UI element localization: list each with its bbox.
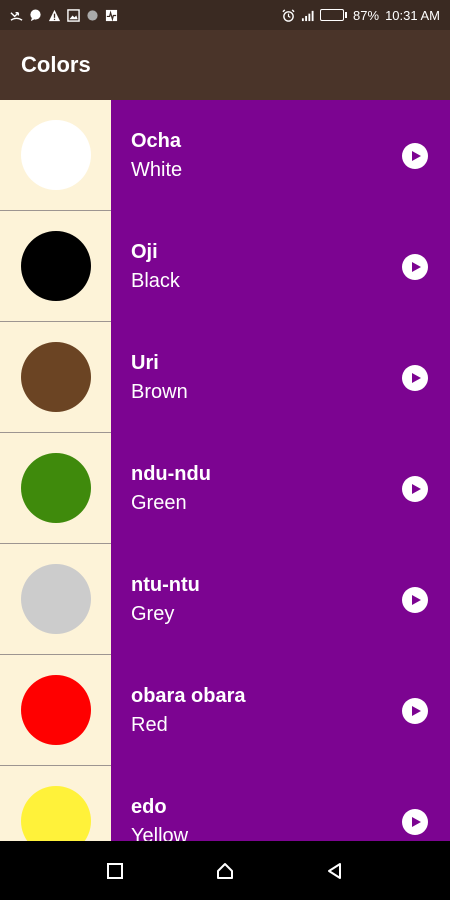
text-cell[interactable]: ndu-ndu Green	[111, 433, 450, 544]
swatch-cell	[0, 433, 111, 544]
play-icon	[412, 705, 421, 716]
color-list[interactable]: Ocha White Oji Black Uri Brown ndu-ndu G…	[0, 100, 450, 841]
battery-icon	[320, 9, 348, 21]
color-swatch	[20, 342, 91, 412]
swatch-cell	[0, 766, 111, 841]
list-item[interactable]: obara obara Red	[0, 655, 450, 766]
play-icon	[412, 150, 421, 161]
list-item[interactable]: Ocha White	[0, 100, 450, 211]
navigation-bar	[0, 841, 450, 900]
page-title: Colors	[21, 52, 91, 77]
triangle-back-icon	[328, 862, 341, 879]
system-icons: 87% 10:31 AM	[282, 8, 440, 23]
swatch-cell	[0, 655, 111, 766]
play-icon	[412, 372, 421, 383]
text-cell[interactable]: Ocha White	[111, 100, 450, 211]
play-icon	[412, 816, 421, 827]
color-swatch	[20, 786, 91, 841]
swatch-cell	[0, 100, 111, 211]
list-item[interactable]: ndu-ndu Green	[0, 433, 450, 544]
text-cell[interactable]: ntu-ntu Grey	[111, 544, 450, 655]
clock: 10:31 AM	[385, 7, 440, 23]
back-button[interactable]	[320, 856, 350, 886]
activity-icon	[105, 9, 118, 22]
signal-icon	[301, 9, 314, 22]
battery-percent: 87%	[353, 7, 380, 23]
text-cell[interactable]: obara obara Red	[111, 655, 450, 766]
color-swatch	[20, 675, 91, 745]
status-bar: 87% 10:31 AM	[0, 0, 450, 30]
list-item[interactable]: Oji Black	[0, 211, 450, 322]
list-item[interactable]: Uri Brown	[0, 322, 450, 433]
color-swatch	[20, 564, 91, 634]
alarm-icon	[282, 8, 295, 22]
text-cell[interactable]: Oji Black	[111, 211, 450, 322]
missed-call-icon	[10, 9, 23, 22]
play-button[interactable]	[402, 586, 428, 613]
play-button[interactable]	[402, 475, 428, 502]
color-swatch	[20, 231, 91, 301]
text-cell[interactable]: Uri Brown	[111, 322, 450, 433]
home-button[interactable]	[210, 856, 240, 886]
play-button[interactable]	[402, 808, 428, 835]
play-icon	[412, 594, 421, 605]
dot-icon	[86, 9, 99, 22]
home-icon	[217, 862, 233, 879]
list-item[interactable]: edo Yellow	[0, 766, 450, 841]
play-button[interactable]	[402, 142, 428, 169]
play-icon	[412, 261, 421, 272]
play-icon	[412, 483, 421, 494]
play-button[interactable]	[402, 364, 428, 391]
square-icon	[107, 862, 123, 879]
notification-icons	[10, 8, 118, 22]
chat-icon	[29, 8, 42, 22]
swatch-cell	[0, 322, 111, 433]
app-bar: Colors	[0, 30, 450, 100]
swatch-cell	[0, 544, 111, 655]
text-cell[interactable]: edo Yellow	[111, 766, 450, 841]
play-button[interactable]	[402, 697, 428, 724]
recents-button[interactable]	[100, 856, 130, 886]
swatch-cell	[0, 211, 111, 322]
warning-icon	[48, 9, 61, 22]
image-icon	[67, 8, 80, 22]
color-swatch	[20, 120, 91, 190]
color-swatch	[20, 453, 91, 523]
play-button[interactable]	[402, 253, 428, 280]
list-item[interactable]: ntu-ntu Grey	[0, 544, 450, 655]
